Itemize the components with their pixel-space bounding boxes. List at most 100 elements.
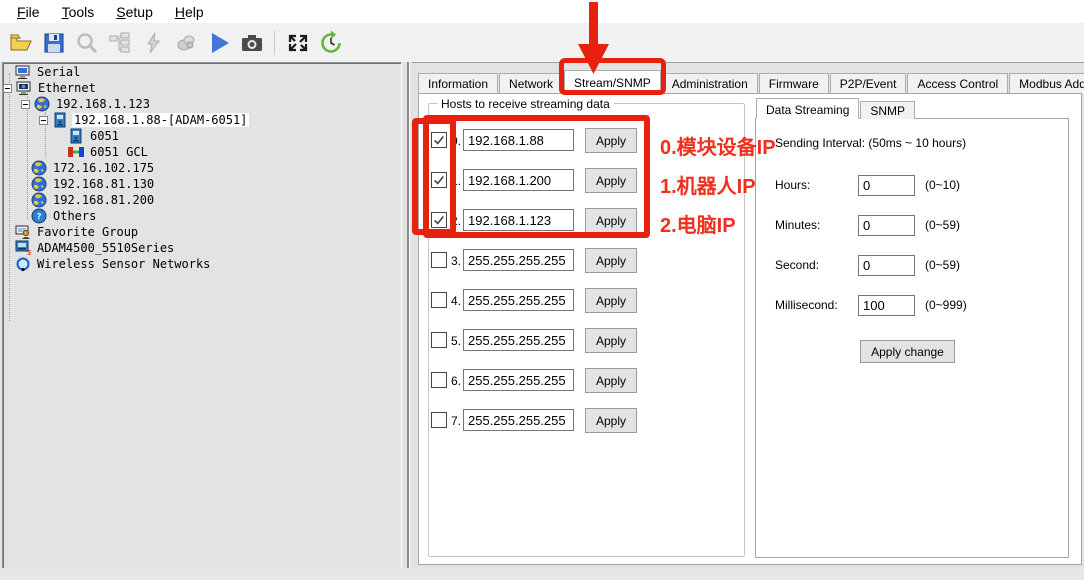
tab-firmware[interactable]: Firmware <box>759 73 829 93</box>
host-index-5: 5. <box>451 334 461 348</box>
device-tree-icon[interactable] <box>103 28 136 58</box>
hours-input[interactable] <box>858 175 915 196</box>
apply-button-1[interactable]: Apply <box>585 168 637 193</box>
apply-button-3[interactable]: Apply <box>585 248 637 273</box>
favorite-group-icon <box>15 224 31 240</box>
apply-button-0[interactable]: Apply <box>585 128 637 153</box>
fullscreen-icon[interactable] <box>281 28 314 58</box>
apply-button-6[interactable]: Apply <box>585 368 637 393</box>
module-icon <box>68 128 84 144</box>
tab-network[interactable]: Network <box>499 73 563 93</box>
host-ip-input-1[interactable] <box>463 169 574 191</box>
annotation-pc-ip: 2.电脑IP <box>660 209 736 238</box>
minutes-range: (0~59) <box>925 218 960 232</box>
panel-splitter[interactable] <box>407 62 410 578</box>
second-range: (0~59) <box>925 258 960 272</box>
millisecond-label: Millisecond: <box>775 298 838 312</box>
tree-item-adam4500-series[interactable]: 5 ADAM4500_5510Series <box>15 240 176 256</box>
host-index-2: 2. <box>451 214 461 228</box>
host-index-6: 6. <box>451 374 461 388</box>
globe-icon <box>31 192 47 208</box>
module-icon <box>52 112 68 128</box>
host-checkbox-1[interactable] <box>431 172 447 188</box>
tree-item-6051[interactable]: 6051 <box>68 128 121 144</box>
module-tabs: Information Network Stream/SNMP Administ… <box>418 72 1084 93</box>
refresh-icon[interactable] <box>314 28 347 58</box>
lightning-icon[interactable] <box>136 28 169 58</box>
apply-button-7[interactable]: Apply <box>585 408 637 433</box>
millisecond-input[interactable] <box>858 295 915 316</box>
tab-p2p-event[interactable]: P2P/Event <box>830 73 907 93</box>
host-ip-input-5[interactable] <box>463 329 574 351</box>
tab-administration[interactable]: Administration <box>662 73 758 93</box>
tree-item-adam-6051[interactable]: 192.168.1.88-[ADAM-6051] <box>39 112 249 128</box>
host-checkbox-0[interactable] <box>431 132 447 148</box>
tab-stream-snmp[interactable]: Stream/SNMP <box>564 70 661 93</box>
tree-item-ip-192-168-1-123[interactable]: 192.168.1.123 <box>21 96 152 112</box>
apply-change-button[interactable]: Apply change <box>860 340 955 363</box>
tree-item-serial[interactable]: Serial <box>15 64 82 80</box>
minutes-input[interactable] <box>858 215 915 236</box>
menu-tools[interactable]: Tools <box>51 1 106 23</box>
host-checkbox-5[interactable] <box>431 332 447 348</box>
collapse-icon[interactable] <box>3 84 12 93</box>
host-ip-input-7[interactable] <box>463 409 574 431</box>
annotation-module-device-ip: 0.模块设备IP <box>660 131 776 160</box>
toolbar-separator <box>274 31 275 55</box>
host-ip-input-0[interactable] <box>463 129 574 151</box>
tree-item-others[interactable]: ? Others <box>31 208 98 224</box>
host-checkbox-7[interactable] <box>431 412 447 428</box>
host-checkbox-4[interactable] <box>431 292 447 308</box>
host-ip-input-3[interactable] <box>463 249 574 271</box>
gcl-icon <box>68 144 84 160</box>
host-checkbox-6[interactable] <box>431 372 447 388</box>
snapshot-icon[interactable] <box>235 28 268 58</box>
tree-item-wireless-sensor-networks[interactable]: Wireless Sensor Networks <box>15 256 212 272</box>
bottom-strip <box>0 568 1084 580</box>
menu-file[interactable]: File <box>6 1 51 23</box>
adam-utility-window: File Tools Setup Help <box>0 0 1084 580</box>
stream-subtabs: Data Streaming SNMP <box>756 98 916 119</box>
save-icon[interactable] <box>37 28 70 58</box>
sending-interval-note: Sending Interval: (50ms ~ 10 hours) <box>775 136 966 150</box>
subtab-snmp[interactable]: SNMP <box>860 101 915 119</box>
tree-item-6051-gcl[interactable]: 6051 GCL <box>68 144 150 160</box>
collapse-icon[interactable] <box>21 100 30 109</box>
tab-access-control[interactable]: Access Control <box>907 73 1008 93</box>
second-input[interactable] <box>858 255 915 276</box>
tree-item-favorite-group[interactable]: Favorite Group <box>15 224 140 240</box>
stamp-icon[interactable] <box>169 28 202 58</box>
tree-guide-line <box>9 73 10 321</box>
svg-text:5: 5 <box>27 249 31 256</box>
tab-modbus-address[interactable]: Modbus Address <box>1009 73 1084 93</box>
device-tree-panel <box>2 62 402 578</box>
run-icon[interactable] <box>202 28 235 58</box>
apply-button-5[interactable]: Apply <box>585 328 637 353</box>
tab-information[interactable]: Information <box>418 73 498 93</box>
tree-item-ethernet[interactable]: Ethernet <box>3 80 98 96</box>
host-checkbox-2[interactable] <box>431 212 447 228</box>
host-index-7: 7. <box>451 414 461 428</box>
subtab-data-streaming[interactable]: Data Streaming <box>756 98 859 119</box>
host-index-4: 4. <box>451 294 461 308</box>
host-ip-input-2[interactable] <box>463 209 574 231</box>
host-index-3: 3. <box>451 254 461 268</box>
globe-icon <box>31 160 47 176</box>
tree-item-ip-192-168-81-130[interactable]: 192.168.81.130 <box>31 176 156 192</box>
collapse-icon[interactable] <box>39 116 48 125</box>
host-ip-input-6[interactable] <box>463 369 574 391</box>
menu-help[interactable]: Help <box>164 1 215 23</box>
wireless-node-icon <box>15 256 31 272</box>
host-checkbox-3[interactable] <box>431 252 447 268</box>
host-ip-input-4[interactable] <box>463 289 574 311</box>
search-icon[interactable] <box>70 28 103 58</box>
apply-button-2[interactable]: Apply <box>585 208 637 233</box>
question-ball-icon: ? <box>31 208 47 224</box>
menu-setup[interactable]: Setup <box>105 1 164 23</box>
tree-item-ip-172-16-102-175[interactable]: 172.16.102.175 <box>31 160 156 176</box>
open-folder-icon[interactable] <box>4 28 37 58</box>
right-panel-top-border <box>412 62 1084 63</box>
tree-item-ip-192-168-81-200[interactable]: 192.168.81.200 <box>31 192 156 208</box>
apply-button-4[interactable]: Apply <box>585 288 637 313</box>
globe-icon <box>31 176 47 192</box>
